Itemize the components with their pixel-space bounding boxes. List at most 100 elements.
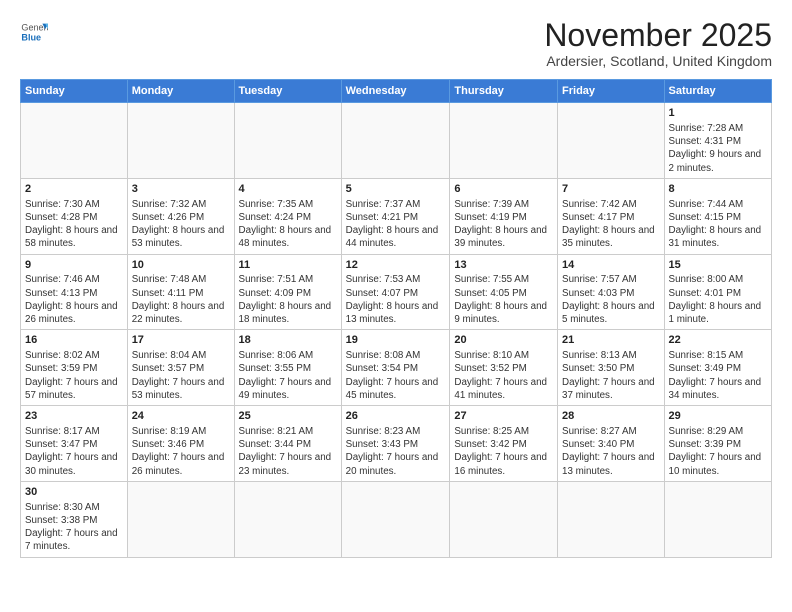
calendar-cell: 22Sunrise: 8:15 AM Sunset: 3:49 PM Dayli… — [664, 330, 771, 406]
day-number: 27 — [454, 409, 553, 424]
col-thursday: Thursday — [450, 80, 558, 103]
col-friday: Friday — [558, 80, 665, 103]
calendar-cell: 9Sunrise: 7:46 AM Sunset: 4:13 PM Daylig… — [21, 254, 128, 330]
day-info: Sunrise: 7:55 AM Sunset: 4:05 PM Dayligh… — [454, 273, 553, 326]
calendar-cell: 10Sunrise: 7:48 AM Sunset: 4:11 PM Dayli… — [127, 254, 234, 330]
day-number: 19 — [346, 333, 446, 348]
day-number: 9 — [25, 258, 123, 273]
calendar-cell: 20Sunrise: 8:10 AM Sunset: 3:52 PM Dayli… — [450, 330, 558, 406]
calendar-cell: 18Sunrise: 8:06 AM Sunset: 3:55 PM Dayli… — [234, 330, 341, 406]
day-number: 10 — [132, 258, 230, 273]
calendar-cell: 7Sunrise: 7:42 AM Sunset: 4:17 PM Daylig… — [558, 178, 665, 254]
calendar-cell — [234, 481, 341, 557]
calendar-cell: 6Sunrise: 7:39 AM Sunset: 4:19 PM Daylig… — [450, 178, 558, 254]
col-monday: Monday — [127, 80, 234, 103]
day-number: 18 — [239, 333, 337, 348]
calendar-cell: 5Sunrise: 7:37 AM Sunset: 4:21 PM Daylig… — [341, 178, 450, 254]
col-wednesday: Wednesday — [341, 80, 450, 103]
day-info: Sunrise: 8:08 AM Sunset: 3:54 PM Dayligh… — [346, 349, 446, 402]
week-row-3: 16Sunrise: 8:02 AM Sunset: 3:59 PM Dayli… — [21, 330, 772, 406]
calendar-cell — [558, 481, 665, 557]
day-info: Sunrise: 8:17 AM Sunset: 3:47 PM Dayligh… — [25, 425, 123, 478]
week-row-5: 30Sunrise: 8:30 AM Sunset: 3:38 PM Dayli… — [21, 481, 772, 557]
day-info: Sunrise: 7:44 AM Sunset: 4:15 PM Dayligh… — [669, 198, 767, 251]
calendar-cell — [341, 481, 450, 557]
day-info: Sunrise: 7:46 AM Sunset: 4:13 PM Dayligh… — [25, 273, 123, 326]
calendar-cell — [558, 103, 665, 179]
calendar: Sunday Monday Tuesday Wednesday Thursday… — [20, 79, 772, 557]
calendar-cell: 11Sunrise: 7:51 AM Sunset: 4:09 PM Dayli… — [234, 254, 341, 330]
day-info: Sunrise: 8:29 AM Sunset: 3:39 PM Dayligh… — [669, 425, 767, 478]
calendar-cell: 19Sunrise: 8:08 AM Sunset: 3:54 PM Dayli… — [341, 330, 450, 406]
calendar-cell: 17Sunrise: 8:04 AM Sunset: 3:57 PM Dayli… — [127, 330, 234, 406]
day-info: Sunrise: 7:39 AM Sunset: 4:19 PM Dayligh… — [454, 198, 553, 251]
day-number: 22 — [669, 333, 767, 348]
day-number: 7 — [562, 182, 660, 197]
day-info: Sunrise: 8:13 AM Sunset: 3:50 PM Dayligh… — [562, 349, 660, 402]
day-number: 15 — [669, 258, 767, 273]
calendar-cell: 4Sunrise: 7:35 AM Sunset: 4:24 PM Daylig… — [234, 178, 341, 254]
day-info: Sunrise: 7:35 AM Sunset: 4:24 PM Dayligh… — [239, 198, 337, 251]
day-number: 29 — [669, 409, 767, 424]
day-info: Sunrise: 8:27 AM Sunset: 3:40 PM Dayligh… — [562, 425, 660, 478]
calendar-cell: 2Sunrise: 7:30 AM Sunset: 4:28 PM Daylig… — [21, 178, 128, 254]
day-info: Sunrise: 7:57 AM Sunset: 4:03 PM Dayligh… — [562, 273, 660, 326]
day-number: 23 — [25, 409, 123, 424]
day-number: 26 — [346, 409, 446, 424]
calendar-cell: 13Sunrise: 7:55 AM Sunset: 4:05 PM Dayli… — [450, 254, 558, 330]
calendar-body: 1Sunrise: 7:28 AM Sunset: 4:31 PM Daylig… — [21, 103, 772, 557]
day-info: Sunrise: 8:25 AM Sunset: 3:42 PM Dayligh… — [454, 425, 553, 478]
day-info: Sunrise: 7:42 AM Sunset: 4:17 PM Dayligh… — [562, 198, 660, 251]
calendar-cell: 25Sunrise: 8:21 AM Sunset: 3:44 PM Dayli… — [234, 406, 341, 482]
day-info: Sunrise: 7:48 AM Sunset: 4:11 PM Dayligh… — [132, 273, 230, 326]
calendar-cell: 29Sunrise: 8:29 AM Sunset: 3:39 PM Dayli… — [664, 406, 771, 482]
calendar-cell: 28Sunrise: 8:27 AM Sunset: 3:40 PM Dayli… — [558, 406, 665, 482]
day-number: 24 — [132, 409, 230, 424]
day-number: 14 — [562, 258, 660, 273]
day-info: Sunrise: 8:04 AM Sunset: 3:57 PM Dayligh… — [132, 349, 230, 402]
day-info: Sunrise: 8:06 AM Sunset: 3:55 PM Dayligh… — [239, 349, 337, 402]
day-info: Sunrise: 8:00 AM Sunset: 4:01 PM Dayligh… — [669, 273, 767, 326]
logo-icon: General Blue — [20, 18, 48, 46]
calendar-cell — [234, 103, 341, 179]
calendar-cell — [664, 481, 771, 557]
day-number: 12 — [346, 258, 446, 273]
day-number: 5 — [346, 182, 446, 197]
calendar-cell: 30Sunrise: 8:30 AM Sunset: 3:38 PM Dayli… — [21, 481, 128, 557]
calendar-cell: 16Sunrise: 8:02 AM Sunset: 3:59 PM Dayli… — [21, 330, 128, 406]
day-info: Sunrise: 8:15 AM Sunset: 3:49 PM Dayligh… — [669, 349, 767, 402]
day-number: 21 — [562, 333, 660, 348]
calendar-cell — [21, 103, 128, 179]
header-row: Sunday Monday Tuesday Wednesday Thursday… — [21, 80, 772, 103]
calendar-cell: 26Sunrise: 8:23 AM Sunset: 3:43 PM Dayli… — [341, 406, 450, 482]
day-info: Sunrise: 7:53 AM Sunset: 4:07 PM Dayligh… — [346, 273, 446, 326]
day-number: 13 — [454, 258, 553, 273]
calendar-cell: 23Sunrise: 8:17 AM Sunset: 3:47 PM Dayli… — [21, 406, 128, 482]
calendar-cell: 8Sunrise: 7:44 AM Sunset: 4:15 PM Daylig… — [664, 178, 771, 254]
calendar-cell — [127, 103, 234, 179]
day-info: Sunrise: 7:37 AM Sunset: 4:21 PM Dayligh… — [346, 198, 446, 251]
calendar-cell: 14Sunrise: 7:57 AM Sunset: 4:03 PM Dayli… — [558, 254, 665, 330]
col-tuesday: Tuesday — [234, 80, 341, 103]
month-title: November 2025 — [544, 18, 772, 53]
day-number: 11 — [239, 258, 337, 273]
logo: General Blue — [20, 18, 48, 46]
week-row-2: 9Sunrise: 7:46 AM Sunset: 4:13 PM Daylig… — [21, 254, 772, 330]
col-saturday: Saturday — [664, 80, 771, 103]
calendar-header: Sunday Monday Tuesday Wednesday Thursday… — [21, 80, 772, 103]
day-info: Sunrise: 8:23 AM Sunset: 3:43 PM Dayligh… — [346, 425, 446, 478]
day-number: 2 — [25, 182, 123, 197]
day-number: 30 — [25, 485, 123, 500]
day-number: 1 — [669, 106, 767, 121]
day-number: 25 — [239, 409, 337, 424]
calendar-cell: 27Sunrise: 8:25 AM Sunset: 3:42 PM Dayli… — [450, 406, 558, 482]
day-info: Sunrise: 8:19 AM Sunset: 3:46 PM Dayligh… — [132, 425, 230, 478]
day-info: Sunrise: 7:51 AM Sunset: 4:09 PM Dayligh… — [239, 273, 337, 326]
day-info: Sunrise: 7:30 AM Sunset: 4:28 PM Dayligh… — [25, 198, 123, 251]
calendar-cell: 21Sunrise: 8:13 AM Sunset: 3:50 PM Dayli… — [558, 330, 665, 406]
subtitle: Ardersier, Scotland, United Kingdom — [544, 53, 772, 69]
calendar-cell: 1Sunrise: 7:28 AM Sunset: 4:31 PM Daylig… — [664, 103, 771, 179]
calendar-cell — [341, 103, 450, 179]
week-row-1: 2Sunrise: 7:30 AM Sunset: 4:28 PM Daylig… — [21, 178, 772, 254]
day-info: Sunrise: 7:28 AM Sunset: 4:31 PM Dayligh… — [669, 122, 767, 175]
